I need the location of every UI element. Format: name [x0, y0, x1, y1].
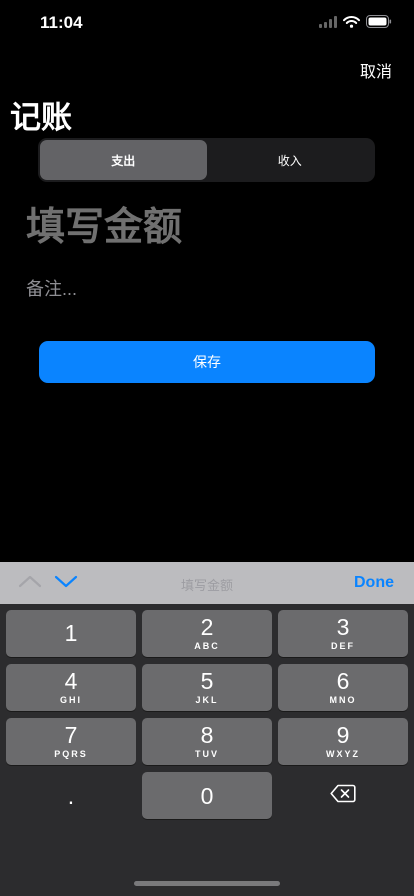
status-bar: 11:04	[0, 0, 414, 44]
key-3[interactable]: 3 DEF	[278, 610, 408, 657]
key-digit: 8	[200, 722, 214, 748]
key-letters: MNO	[329, 695, 357, 705]
key-digit: 9	[336, 722, 350, 748]
key-letters: ABC	[194, 641, 220, 651]
key-digit: 5	[200, 668, 214, 694]
key-digit: 2	[200, 614, 214, 640]
key-digit: 7	[64, 722, 78, 748]
type-segmented-control: 支出 收入	[38, 138, 375, 182]
key-letters: TUV	[195, 749, 219, 759]
key-0[interactable]: 0	[142, 772, 272, 819]
key-digit: 3	[336, 614, 350, 640]
amount-input[interactable]	[26, 198, 386, 258]
done-button[interactable]: Done	[354, 574, 394, 592]
key-digit: 6	[336, 668, 350, 694]
save-button[interactable]: 保存	[39, 341, 375, 383]
cancel-button[interactable]: 取消	[360, 58, 392, 82]
key-digit: .	[67, 782, 75, 809]
cellular-signal-icon	[319, 15, 337, 28]
home-indicator	[134, 881, 280, 886]
key-letters: JKL	[195, 695, 219, 705]
key-2[interactable]: 2 ABC	[142, 610, 272, 657]
delete-backspace-icon	[330, 784, 356, 808]
key-4[interactable]: 4 GHI	[6, 664, 136, 711]
segment-income[interactable]: 收入	[207, 140, 374, 180]
key-letters: GHI	[59, 695, 82, 705]
status-time: 11:04	[40, 13, 83, 32]
keyboard-toolbar: 填写金额 Done	[0, 562, 414, 604]
key-digit: 1	[64, 620, 78, 646]
battery-icon	[366, 15, 392, 28]
page-title: 记账	[10, 100, 72, 135]
keyboard-toolbar-title: 填写金额	[180, 578, 233, 593]
key-5[interactable]: 5 JKL	[142, 664, 272, 711]
status-icons	[319, 15, 392, 28]
key-decimal[interactable]: .	[6, 772, 136, 819]
wifi-icon	[343, 15, 360, 28]
numeric-keypad: 1 2 ABC 3 DEF 4 GHI 5 JKL 6 MNO 7 PQRS 8…	[0, 604, 414, 896]
key-7[interactable]: 7 PQRS	[6, 718, 136, 765]
note-input[interactable]	[26, 272, 386, 306]
key-8[interactable]: 8 TUV	[142, 718, 272, 765]
key-letters: WXYZ	[326, 749, 360, 759]
key-digit: 4	[64, 668, 78, 694]
segment-expense[interactable]: 支出	[40, 140, 207, 180]
key-letters: DEF	[331, 641, 355, 651]
key-delete[interactable]	[278, 772, 408, 819]
key-letters: PQRS	[54, 749, 88, 759]
key-6[interactable]: 6 MNO	[278, 664, 408, 711]
key-digit: 0	[200, 782, 214, 809]
key-1[interactable]: 1	[6, 610, 136, 657]
key-9[interactable]: 9 WXYZ	[278, 718, 408, 765]
